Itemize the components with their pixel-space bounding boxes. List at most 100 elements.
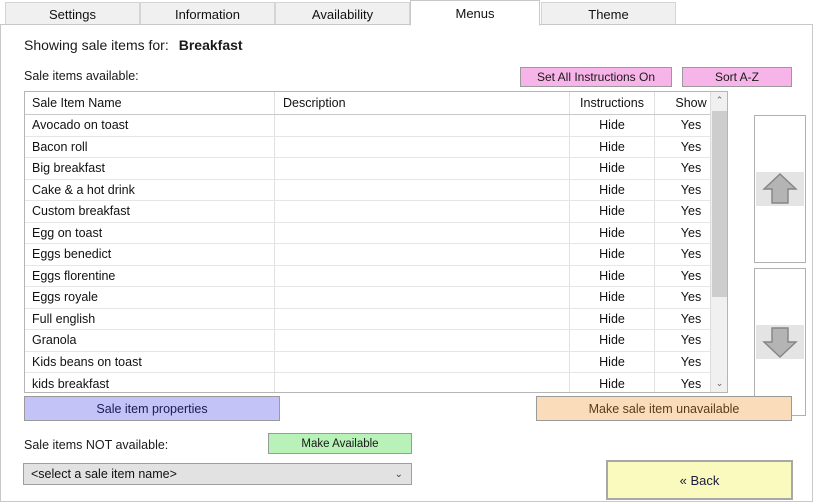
cell-sale-item-name: Custom breakfast — [25, 201, 275, 222]
cell-description — [275, 201, 570, 222]
arrow-up-icon — [762, 173, 798, 204]
showing-menu-name: Breakfast — [178, 37, 243, 53]
table-header-row: Sale Item Name Description Instructions Sho… — [25, 92, 727, 115]
scroll-down-icon[interactable]: ⌄ — [711, 375, 727, 392]
cell-instructions[interactable]: Hide — [570, 136, 655, 157]
menus-configuration-window: Settings Information Availability Menus … — [0, 0, 815, 503]
table-vertical-scrollbar[interactable]: ⌃ ⌄ — [710, 92, 727, 392]
cell-description — [275, 287, 570, 308]
cell-instructions[interactable]: Hide — [570, 265, 655, 286]
cell-sale-item-name: Eggs benedict — [25, 244, 275, 265]
cell-sale-item-name: Kids beans on toast — [25, 351, 275, 372]
sale-item-select-dropdown[interactable]: <select a sale item name> ⌄ — [23, 463, 412, 485]
table-row[interactable]: Eggs benedict Hide Yes — [25, 244, 727, 266]
make-available-button[interactable]: Make Available — [268, 433, 412, 454]
table-row[interactable]: Cake & a hot drink Hide Yes — [25, 179, 727, 201]
table-row[interactable]: Full english Hide Yes — [25, 308, 727, 330]
cell-instructions[interactable]: Hide — [570, 351, 655, 372]
button-label: « Back — [679, 472, 720, 488]
move-item-down-button[interactable] — [754, 268, 806, 416]
showing-items-for: Showing sale items for: Breakfast — [24, 37, 243, 53]
cell-description — [275, 158, 570, 179]
scroll-up-icon[interactable]: ⌃ — [711, 92, 727, 109]
cell-description — [275, 222, 570, 243]
table-body: Sale Item Name Description Instructions Sho… — [25, 92, 727, 392]
cell-instructions[interactable]: Hide — [570, 244, 655, 265]
back-button[interactable]: « Back — [606, 460, 793, 500]
dropdown-value: <select a sale item name> — [31, 467, 177, 481]
column-header-instructions[interactable]: Instructions — [570, 92, 655, 114]
cell-sale-item-name: Granola — [25, 330, 275, 351]
arrow-down-icon — [762, 327, 798, 358]
tab-information[interactable]: Information — [140, 2, 275, 25]
button-label: Make Available — [301, 437, 379, 450]
cell-description — [275, 179, 570, 200]
table-row[interactable]: Custom breakfast Hide Yes — [25, 201, 727, 223]
sale-items-available-label: Sale items available: — [24, 69, 139, 83]
cell-instructions[interactable]: Hide — [570, 179, 655, 200]
cell-sale-item-name: Bacon roll — [25, 136, 275, 157]
scrollbar-thumb[interactable] — [712, 111, 727, 297]
tab-label: Information — [174, 6, 241, 22]
cell-sale-item-name: Avocado on toast — [25, 115, 275, 136]
tab-label: Settings — [49, 6, 96, 22]
chevron-down-icon: ⌄ — [394, 468, 403, 480]
tab-menus[interactable]: Menus — [410, 0, 540, 26]
cell-description — [275, 244, 570, 265]
cell-sale-item-name: Eggs florentine — [25, 265, 275, 286]
column-header-description[interactable]: Description — [275, 92, 570, 114]
tab-label: Menus — [455, 5, 495, 21]
cell-instructions[interactable]: Hide — [570, 330, 655, 351]
cell-instructions[interactable]: Hide — [570, 115, 655, 136]
cell-description — [275, 136, 570, 157]
cell-sale-item-name: Egg on toast — [25, 222, 275, 243]
move-item-up-button[interactable] — [754, 115, 806, 263]
cell-sale-item-name: Eggs royale — [25, 287, 275, 308]
cell-instructions[interactable]: Hide — [570, 222, 655, 243]
cell-sale-item-name: Big breakfast — [25, 158, 275, 179]
tab-availability[interactable]: Availability — [275, 2, 410, 25]
cell-sale-item-name: Cake & a hot drink — [25, 179, 275, 200]
cell-instructions[interactable]: Hide — [570, 287, 655, 308]
button-label: Sort A-Z — [714, 70, 759, 84]
cell-description — [275, 330, 570, 351]
column-header-sale-item-name[interactable]: Sale Item Name — [25, 92, 275, 114]
table-row[interactable]: Eggs florentine Hide Yes — [25, 265, 727, 287]
make-sale-item-unavailable-button[interactable]: Make sale item unavailable — [536, 396, 792, 421]
tab-label: Theme — [588, 6, 629, 22]
table-row[interactable]: Big breakfast Hide Yes — [25, 158, 727, 180]
tab-strip: Settings Information Availability Menus … — [0, 0, 815, 26]
sort-a-z-button[interactable]: Sort A-Z — [682, 67, 792, 87]
menus-panel: Showing sale items for: Breakfast Sale it… — [0, 24, 813, 502]
table-row[interactable]: Bacon roll Hide Yes — [25, 136, 727, 158]
cell-sale-item-name: kids breakfast — [25, 373, 275, 392]
button-label: Set All Instructions On — [536, 70, 656, 84]
table-row[interactable]: kids breakfast Hide Yes — [25, 373, 727, 392]
table-row[interactable]: Egg on toast Hide Yes — [25, 222, 727, 244]
showing-label: Showing sale items for: — [24, 37, 169, 53]
set-all-instructions-on-button[interactable]: Set All Instructions On — [520, 67, 672, 87]
cell-description — [275, 308, 570, 329]
tab-label: Availability — [311, 6, 374, 22]
chevron-down-glyph: ⌄ — [715, 378, 724, 388]
table-row[interactable]: Granola Hide Yes — [25, 330, 727, 352]
cell-description — [275, 351, 570, 372]
cell-instructions[interactable]: Hide — [570, 308, 655, 329]
cell-instructions[interactable]: Hide — [570, 201, 655, 222]
chevron-up-glyph: ⌃ — [715, 95, 724, 105]
cell-description — [275, 265, 570, 286]
cell-sale-item-name: Full english — [25, 308, 275, 329]
sale-item-properties-button[interactable]: Sale item properties — [24, 396, 280, 421]
button-label: Make sale item unavailable — [588, 401, 740, 416]
sale-items-table[interactable]: Sale Item Name Description Instructions Sho… — [24, 91, 728, 393]
cell-description — [275, 373, 570, 392]
table-row[interactable]: Eggs royale Hide Yes — [25, 287, 727, 309]
table-row[interactable]: Kids beans on toast Hide Yes — [25, 351, 727, 373]
button-label: Sale item properties — [96, 401, 208, 416]
tab-settings[interactable]: Settings — [5, 2, 140, 25]
sale-items-not-available-label: Sale items NOT available: — [24, 438, 169, 452]
cell-instructions[interactable]: Hide — [570, 373, 655, 392]
tab-theme[interactable]: Theme — [541, 2, 676, 25]
table-row[interactable]: Avocado on toast Hide Yes — [25, 115, 727, 137]
cell-instructions[interactable]: Hide — [570, 158, 655, 179]
